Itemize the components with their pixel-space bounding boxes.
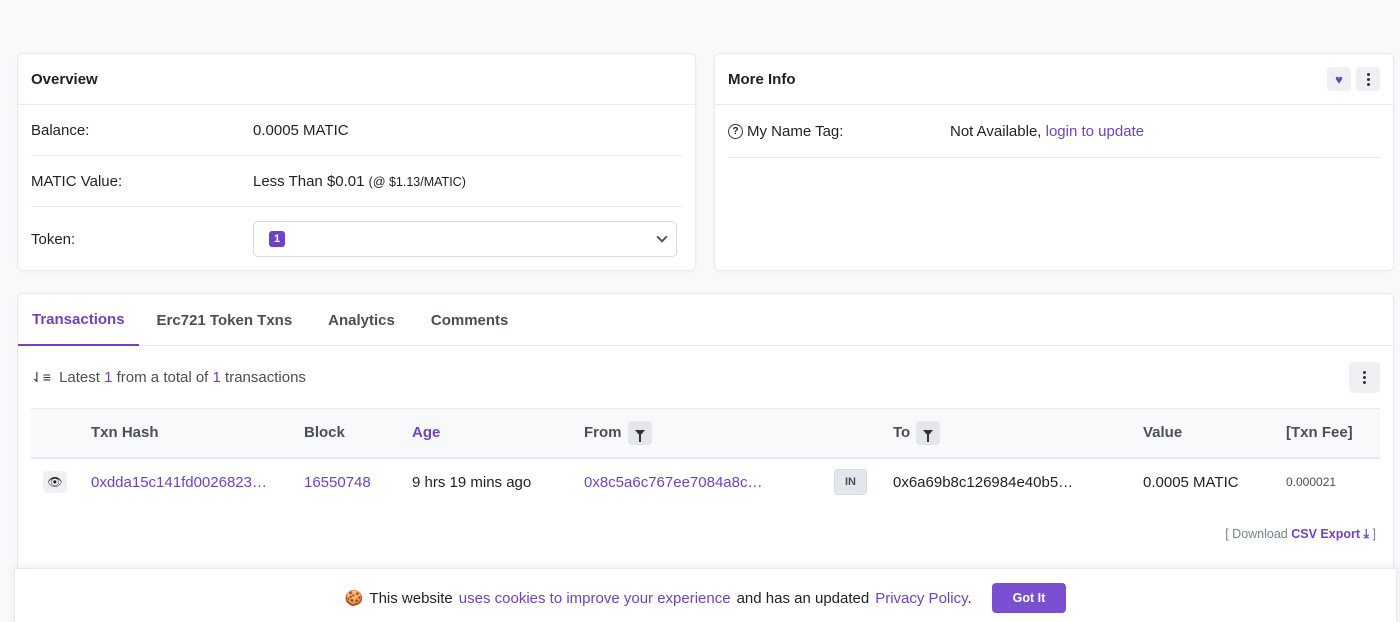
heart-icon[interactable]: ♥ (1327, 67, 1351, 91)
col-to: To (881, 409, 1131, 458)
chevron-down-icon (656, 231, 668, 243)
matic-rate: (@ $1.13/MATIC) (368, 174, 466, 189)
col-block: Block (304, 424, 345, 442)
tab-erc721-token-txns[interactable]: Erc721 Token Txns (139, 294, 311, 346)
summary-prefix: Latest (59, 368, 100, 386)
from-address-link[interactable]: 0x8c5a6c767ee7084a8c… (584, 474, 762, 491)
csv-export-link[interactable]: CSV Export (1291, 527, 1360, 541)
col-direction (822, 409, 881, 458)
got-it-button[interactable]: Got It (991, 583, 1067, 613)
col-age-label: Age (412, 424, 441, 442)
token-count-badge: 1 (269, 231, 286, 247)
summary-suffix: transactions (225, 368, 306, 386)
cookie-text-3: . (967, 589, 972, 607)
privacy-wrap: Privacy Policy. (875, 590, 971, 607)
login-to-update-link[interactable]: login to update (1046, 123, 1144, 140)
col-spacer (31, 409, 79, 458)
summary-total: 1 (212, 368, 221, 386)
download-icon[interactable]: ⤓ (1364, 527, 1370, 541)
tab-analytics[interactable]: Analytics (310, 294, 413, 346)
cookie-text-2: and has an updated (736, 589, 870, 607)
direction-badge: IN (834, 469, 867, 495)
tab-transactions[interactable]: Transactions (18, 294, 139, 346)
name-tag-value: Not Available, (950, 122, 1042, 140)
more-info-card: More Info ♥ ? My Name Tag: Not Available… (714, 53, 1394, 271)
name-tag-label-wrap: ? My Name Tag: (728, 123, 950, 140)
filter-icon[interactable] (627, 420, 652, 445)
table-options-icon[interactable] (1349, 361, 1380, 393)
balance-value: 0.0005 MATIC (253, 121, 349, 139)
cookie-policy-link[interactable]: uses cookies to improve your experience (459, 590, 731, 607)
matic-value-amount: Less Than $0.01 (253, 172, 365, 190)
more-info-title: More Info (728, 70, 796, 88)
txn-hash-link[interactable]: 0xdda15c141fd0026823… (91, 474, 267, 491)
cookie-text-1: This website (369, 589, 453, 607)
eye-icon[interactable]: 👁 (43, 471, 67, 493)
filter-icon[interactable] (916, 420, 941, 445)
tab-bar: Transactions Erc721 Token Txns Analytics… (18, 294, 1393, 346)
txn-fee-cell: 0.000021 (1286, 475, 1337, 489)
download-csv: [ Download CSV Export ⤓ ] (1225, 527, 1376, 542)
matic-value: Less Than $0.01 (@ $1.13/MATIC) (253, 173, 466, 190)
question-circle-icon[interactable]: ? (728, 123, 743, 139)
name-tag-value-wrap: Not Available, login to update (950, 123, 1144, 140)
block-link[interactable]: 16550748 (304, 474, 371, 491)
col-txn-fee[interactable]: [Txn Fee] (1274, 409, 1380, 458)
value-cell: 0.0005 MATIC (1143, 473, 1239, 491)
matic-value-label: MATIC Value: (31, 172, 123, 190)
sort-desc-icon: ⇃≡ (31, 368, 51, 385)
transactions-table: Txn Hash Block Age From To Value [Txn Fe… (31, 408, 1380, 506)
balance-label: Balance: (31, 121, 90, 139)
tab-comments[interactable]: Comments (413, 294, 527, 346)
privacy-policy-link[interactable]: Privacy Policy (875, 590, 967, 607)
more-options-icon[interactable] (1356, 67, 1380, 91)
token-dropdown[interactable]: 1 (253, 221, 677, 257)
transactions-summary: ⇃≡ Latest 1 from a total of 1 transactio… (31, 369, 306, 386)
download-close: ] (1372, 527, 1376, 541)
download-open: [ Download (1225, 527, 1288, 541)
summary-count: 1 (104, 368, 113, 386)
to-address: 0x6a69b8c126984e40b5… (893, 473, 1074, 491)
col-value: Value (1143, 424, 1183, 442)
summary-middle: from a total of (116, 368, 209, 386)
table-row: 👁 0xdda15c141fd0026823… 16550748 9 hrs 1… (31, 458, 1380, 506)
col-to-label: To (893, 423, 911, 441)
token-label: Token: (31, 230, 76, 248)
name-tag-label: My Name Tag: (747, 122, 844, 140)
cookie-icon: 🍪 (344, 590, 364, 607)
cookie-banner: 🍪 This website uses cookies to improve y… (14, 568, 1397, 622)
col-from: From (572, 409, 822, 458)
overview-card: Overview Balance: 0.0005 MATIC MATIC Val… (17, 53, 696, 271)
age-value: 9 hrs 19 mins ago (412, 473, 532, 491)
overview-title: Overview (18, 54, 695, 105)
col-age[interactable]: Age (400, 409, 572, 458)
col-from-label: From (584, 423, 622, 441)
col-txn-hash: Txn Hash (91, 424, 159, 442)
